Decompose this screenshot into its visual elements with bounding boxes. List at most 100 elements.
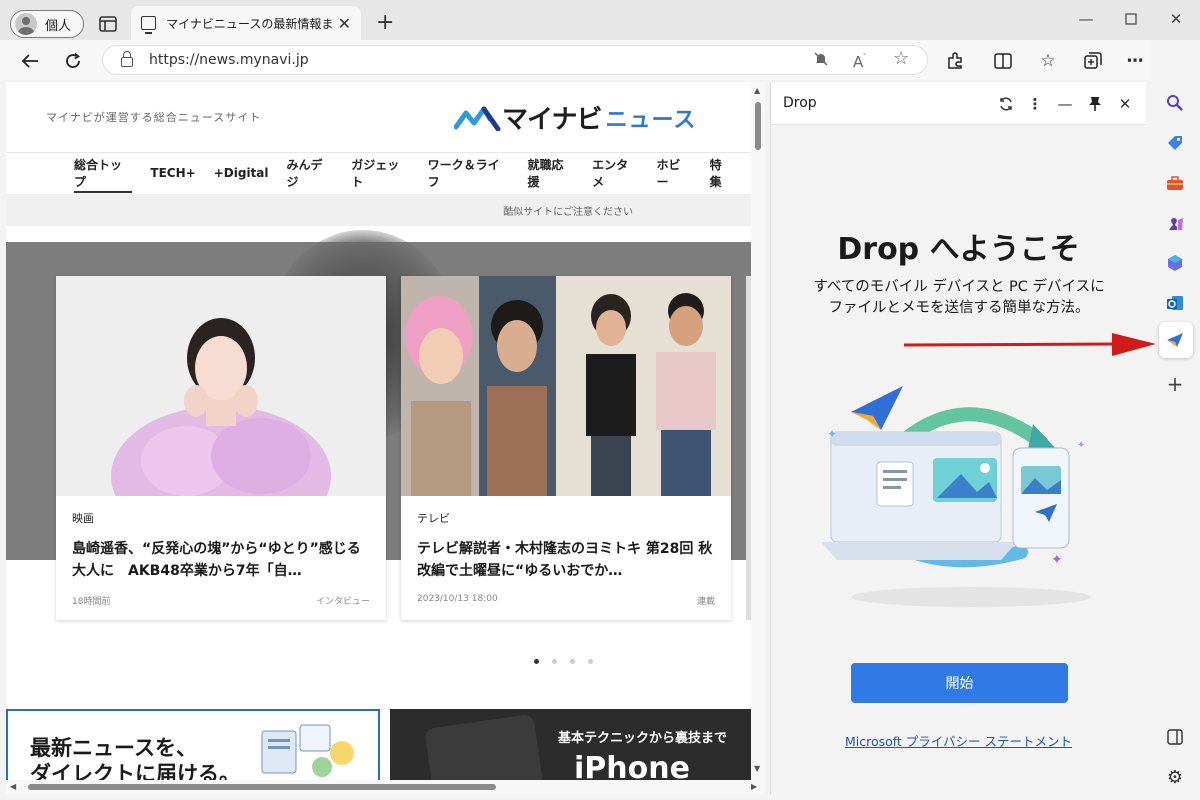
new-tab-icon[interactable]: + bbox=[376, 12, 394, 34]
nav-item-gadget[interactable]: ガジェット bbox=[351, 153, 409, 193]
banner-text: 最新ニュースを、 ダイレクトに届ける。 bbox=[30, 735, 240, 780]
svg-text:✦: ✦ bbox=[827, 427, 837, 441]
notice-bar[interactable]: 酷似サイトにご注意ください bbox=[6, 194, 751, 226]
favorites-icon[interactable]: ☆ bbox=[1035, 48, 1061, 74]
article-card-1[interactable]: 映画 島崎遥香、“反発心の塊”から“ゆとり”感じる大人に AKB48卒業から7年… bbox=[56, 276, 386, 620]
article-headline[interactable]: 島崎遥香、“反発心の塊”から“ゆとり”感じる大人に AKB48卒業から7年「自… bbox=[72, 538, 372, 582]
profile-label: 個人 bbox=[45, 18, 72, 34]
add-icon[interactable]: + bbox=[1162, 371, 1188, 397]
logo-mark-icon bbox=[453, 105, 502, 131]
outlook-icon[interactable] bbox=[1162, 290, 1188, 316]
privacy-link[interactable]: Microsoft プライバシー ステートメント bbox=[771, 731, 1146, 750]
nav-item-top[interactable]: 総合トップ bbox=[74, 153, 133, 193]
split-screen-icon[interactable] bbox=[990, 48, 1016, 74]
banner-line-2: ダイレクトに届ける。 bbox=[30, 762, 240, 780]
hide-sidebar-icon[interactable] bbox=[1162, 724, 1188, 750]
refresh-icon[interactable] bbox=[60, 48, 86, 74]
carousel-dot[interactable] bbox=[534, 659, 539, 664]
web-page: マイナビが運営する総合ニュースサイト マイナビ ニュース 総合トップ TECH+… bbox=[6, 82, 751, 780]
promo-banner-iphone[interactable]: 基本テクニックから裏技まで iPhone bbox=[390, 709, 751, 780]
tab-title: マイナビニュースの最新情報まとめ - エ bbox=[166, 16, 332, 31]
news-illustration-icon bbox=[261, 724, 354, 777]
site-logo[interactable]: マイナビ ニュース bbox=[453, 99, 697, 136]
lock-icon[interactable] bbox=[121, 51, 133, 67]
article-category: テレビ bbox=[417, 512, 450, 525]
search-icon[interactable] bbox=[1162, 90, 1188, 116]
address-bar[interactable]: https://news.mynavi.jp bbox=[102, 45, 928, 75]
avatar bbox=[15, 13, 37, 35]
logo-sub-text: ニュース bbox=[605, 107, 697, 133]
title-bar: 個人 マイナビニュースの最新情報まとめ - エ ✕ + — ✕ bbox=[0, 0, 1200, 40]
carousel-dot[interactable] bbox=[570, 659, 575, 664]
refresh-icon[interactable] bbox=[994, 92, 1018, 116]
banner-subtitle: 基本テクニックから裏技まで bbox=[558, 731, 728, 746]
welcome-description: すべてのモバイル デバイスと PC デバイスにファイルとメモを送信する簡単な方法… bbox=[813, 279, 1105, 316]
shopping-tag-icon[interactable] bbox=[1162, 130, 1188, 156]
more-options-icon[interactable]: ⋮ bbox=[1023, 92, 1047, 116]
read-aloud-icon[interactable]: Aﾞ bbox=[853, 51, 868, 71]
article-photo-2 bbox=[401, 276, 731, 496]
pin-icon[interactable] bbox=[1083, 92, 1107, 116]
article-headline[interactable]: テレビ解説者・木村隆志のヨミトキ 第28回 秋改編で土曜昼に“ゆるいおでか… bbox=[417, 538, 717, 582]
nav-item-tech[interactable]: TECH+ bbox=[150, 153, 195, 193]
url-text: https://news.mynavi.jp bbox=[149, 52, 309, 68]
notifications-blocked-icon[interactable] bbox=[813, 51, 829, 71]
panel-header: Drop ⋮ — ✕ bbox=[771, 82, 1146, 125]
profile-button[interactable]: 個人 bbox=[10, 10, 84, 38]
promo-banner-news[interactable]: 最新ニュースを、 ダイレクトに届ける。 bbox=[6, 709, 380, 780]
nav-item-job[interactable]: 就職応援 bbox=[527, 153, 574, 193]
nav-item-entame[interactable]: エンタメ bbox=[592, 153, 638, 193]
tab-actions-icon[interactable] bbox=[96, 12, 120, 36]
carousel-dot[interactable] bbox=[588, 659, 593, 664]
article-category: 映画 bbox=[72, 512, 94, 525]
nav-item-work-life[interactable]: ワーク＆ライフ bbox=[428, 153, 510, 193]
drop-icon[interactable] bbox=[1162, 327, 1188, 353]
nav-item-feature[interactable]: 特集 bbox=[710, 153, 733, 193]
tools-icon[interactable] bbox=[1162, 170, 1188, 196]
scroll-thumb[interactable] bbox=[28, 784, 496, 790]
nav-item-mindigi[interactable]: みんデジ bbox=[287, 153, 334, 193]
collections-icon[interactable] bbox=[1080, 48, 1106, 74]
maximize-icon[interactable] bbox=[1108, 6, 1154, 32]
minimize-icon[interactable]: — bbox=[1063, 6, 1109, 32]
window-bottom-border bbox=[0, 794, 1200, 800]
scroll-up-icon[interactable]: ▲ bbox=[754, 86, 760, 95]
site-nav: 総合トップ TECH+ +Digital みんデジ ガジェット ワーク＆ライフ … bbox=[6, 152, 751, 193]
logo-main-text: マイナビ bbox=[502, 105, 602, 135]
tab-active[interactable]: マイナビニュースの最新情報まとめ - エ ✕ bbox=[131, 6, 361, 40]
close-panel-icon[interactable]: ✕ bbox=[1113, 92, 1137, 116]
nav-item-digital[interactable]: +Digital bbox=[214, 153, 269, 193]
drop-illustration-icon: ✦ ✦ ✦ bbox=[821, 386, 1091, 607]
welcome-heading: Drop へようこそ bbox=[837, 232, 1080, 267]
carousel-dot[interactable] bbox=[552, 659, 557, 664]
games-icon[interactable] bbox=[1162, 210, 1188, 236]
more-menu-icon[interactable]: ⋯ bbox=[1122, 48, 1148, 74]
article-photo-1 bbox=[56, 276, 386, 496]
horizontal-scrollbar[interactable]: ◀ ▶ bbox=[6, 780, 765, 794]
scroll-left-icon[interactable]: ◀ bbox=[10, 782, 16, 791]
settings-icon[interactable]: ⚙ bbox=[1162, 764, 1188, 790]
article-tag: インタビュー bbox=[315, 597, 370, 607]
banner-line-1: 最新ニュースを、 bbox=[30, 736, 197, 760]
panel-title: Drop bbox=[783, 95, 817, 111]
scroll-right-icon[interactable]: ▶ bbox=[751, 782, 757, 791]
vertical-scrollbar[interactable]: ▲ ▼ bbox=[751, 82, 765, 780]
start-button[interactable]: 開始 bbox=[851, 663, 1068, 703]
back-icon[interactable] bbox=[17, 48, 43, 74]
site-tagline: マイナビが運営する総合ニュースサイト bbox=[46, 111, 262, 124]
phone-image bbox=[424, 713, 546, 780]
favorite-star-icon[interactable]: ☆ bbox=[893, 48, 909, 69]
scroll-thumb[interactable] bbox=[755, 102, 761, 150]
annotation-arrow-icon bbox=[904, 333, 1156, 356]
close-window-icon[interactable]: ✕ bbox=[1153, 6, 1199, 32]
tab-close-icon[interactable]: ✕ bbox=[338, 14, 351, 33]
article-tag: 連載 bbox=[696, 597, 715, 607]
extensions-icon[interactable] bbox=[942, 48, 968, 74]
microsoft365-icon[interactable] bbox=[1162, 250, 1188, 276]
minimize-panel-icon[interactable]: — bbox=[1053, 92, 1077, 116]
article-card-2[interactable]: テレビ テレビ解説者・木村隆志のヨミトキ 第28回 秋改編で土曜昼に“ゆるいおで… bbox=[401, 276, 731, 620]
edge-sidebar: + ⚙ bbox=[1150, 40, 1200, 800]
article-time: 18時間前 bbox=[72, 597, 111, 607]
nav-item-hobby[interactable]: ホビー bbox=[657, 153, 692, 193]
scroll-down-icon[interactable]: ▼ bbox=[754, 764, 760, 773]
